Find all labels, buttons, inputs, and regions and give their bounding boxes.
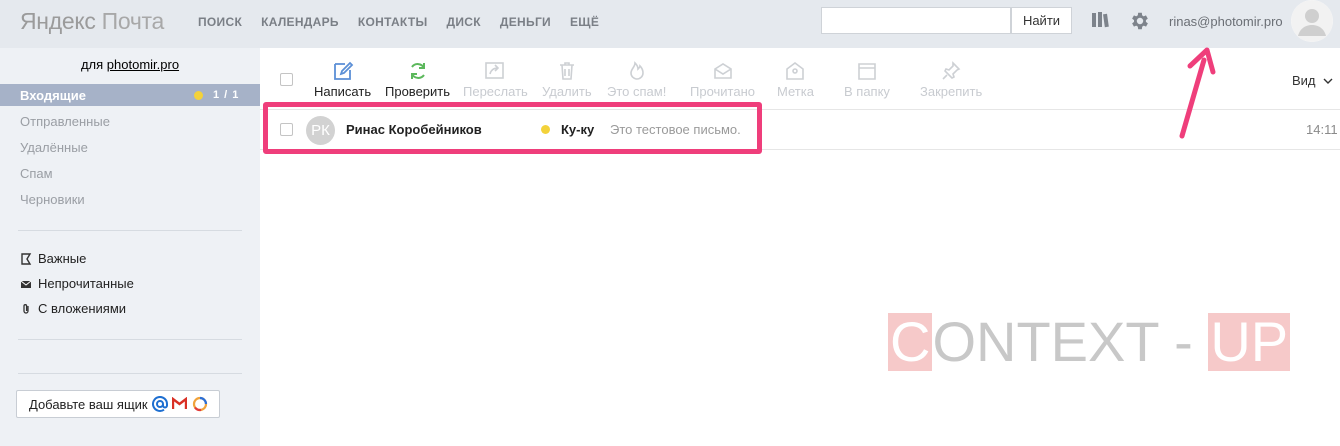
delete-button[interactable]: Удалить (542, 60, 592, 99)
compose-label: Написать (314, 84, 372, 99)
message-time: 14:11 (1306, 122, 1338, 137)
logo-brand: Яндекс (20, 8, 96, 34)
highlight-frame (263, 102, 762, 154)
top-header: Яндекс Почта ПОИСК КАЛЕНДАРЬ КОНТАКТЫ ДИ… (0, 0, 1340, 48)
pin-icon (942, 61, 961, 80)
domain-link[interactable]: photomir.pro (107, 57, 179, 72)
forward-label: Переслать (463, 84, 528, 99)
filter-important-label: Важные (38, 251, 87, 266)
move-folder-button[interactable]: В папку (844, 60, 890, 99)
label-button[interactable]: Метка (777, 60, 814, 99)
books-icon[interactable] (1091, 11, 1111, 29)
domain-line: для photomir.pro (0, 57, 260, 72)
inbox-count: 1 / 1 (213, 89, 240, 101)
chevron-down-icon (1323, 78, 1333, 84)
sidebar-divider (18, 339, 242, 340)
gmail-icon (172, 397, 187, 409)
important-icon (21, 252, 32, 265)
mailru-icon (192, 396, 208, 412)
compose-button[interactable]: Написать (314, 60, 371, 99)
sidebar-item-drafts[interactable]: Черновики (20, 192, 85, 207)
watermark-logo: C ONTEXT - UP (888, 310, 1291, 373)
search-input[interactable] (821, 7, 1011, 34)
label-label: Метка (777, 84, 814, 99)
annotation-arrow (1179, 47, 1216, 139)
view-dropdown[interactable]: Вид (1292, 73, 1333, 88)
gear-icon[interactable] (1129, 10, 1151, 32)
refresh-button[interactable]: Проверить (385, 60, 450, 99)
sidebar-item-inbox[interactable]: Входящие 1 / 1 (0, 84, 260, 106)
read-icon (713, 63, 732, 79)
label-icon (786, 62, 805, 80)
add-mailbox-label: Добавьте ваш ящик (29, 397, 148, 412)
filter-unread[interactable]: Непрочитанные (20, 276, 134, 291)
trash-icon (559, 62, 574, 80)
user-silhouette-icon (1291, 0, 1333, 42)
filter-attachments-label: С вложениями (38, 301, 127, 316)
add-mailbox-button[interactable]: Добавьте ваш ящик (16, 390, 220, 418)
paperclip-icon (23, 303, 29, 314)
refresh-icon (410, 63, 425, 79)
select-all-checkbox[interactable] (280, 73, 293, 86)
delete-label: Удалить (542, 84, 592, 99)
forward-button[interactable]: Переслать (463, 60, 528, 99)
spam-button[interactable]: Это спам! (607, 60, 666, 99)
pin-button[interactable]: Закрепить (920, 60, 982, 99)
mark-read-button[interactable]: Прочитано (690, 60, 755, 99)
filter-unread-label: Непрочитанные (38, 276, 134, 291)
watermark-text: ONTEXT - (932, 310, 1209, 373)
filter-attachments[interactable]: С вложениями (20, 301, 126, 316)
avatar[interactable] (1291, 0, 1333, 42)
filter-important[interactable]: Важные (20, 251, 86, 266)
sidebar-divider (18, 230, 242, 231)
search-button[interactable]: Найти (1011, 7, 1072, 34)
move-folder-label: В папку (844, 84, 890, 99)
nav-money[interactable]: ДЕНЬГИ (500, 15, 551, 29)
nav-disk[interactable]: ДИСК (447, 15, 481, 29)
envelope-icon (20, 280, 32, 288)
nav-more[interactable]: ЕЩЁ (570, 15, 599, 29)
watermark-up: UP (1208, 310, 1291, 373)
nav-contacts[interactable]: КОНТАКТЫ (358, 15, 428, 29)
nav-calendar[interactable]: КАЛЕНДАРЬ (261, 15, 339, 29)
domain-prefix: для (80, 57, 104, 72)
sidebar-item-deleted[interactable]: Удалённые (20, 140, 88, 155)
forward-icon (485, 62, 505, 79)
spam-label: Это спам! (607, 84, 667, 99)
spam-icon (629, 61, 644, 80)
mark-read-label: Прочитано (690, 84, 755, 99)
nav-search[interactable]: ПОИСК (198, 15, 242, 29)
refresh-label: Проверить (385, 84, 451, 99)
view-label: Вид (1292, 73, 1316, 88)
unread-dot-icon[interactable] (194, 91, 203, 100)
pin-label: Закрепить (920, 84, 983, 99)
user-email[interactable]: rinas@photomir.pro (1169, 14, 1283, 29)
top-nav: ПОИСК КАЛЕНДАРЬ КОНТАКТЫ ДИСК ДЕНЬГИ ЕЩЁ (198, 15, 618, 29)
compose-icon (333, 61, 353, 80)
sidebar-item-spam[interactable]: Спам (20, 166, 53, 181)
sidebar-item-sent[interactable]: Отправленные (20, 114, 110, 129)
yandex-mail-logo[interactable]: Яндекс Почта (20, 8, 164, 35)
watermark-c: C (888, 310, 933, 373)
inbox-label: Входящие (20, 88, 86, 103)
sidebar-divider (18, 373, 242, 374)
logo-product: Почта (101, 8, 165, 34)
sidebar: для photomir.pro Входящие 1 / 1 Отправле… (0, 48, 260, 446)
at-sign-icon (152, 396, 168, 412)
folder-icon (858, 63, 876, 80)
